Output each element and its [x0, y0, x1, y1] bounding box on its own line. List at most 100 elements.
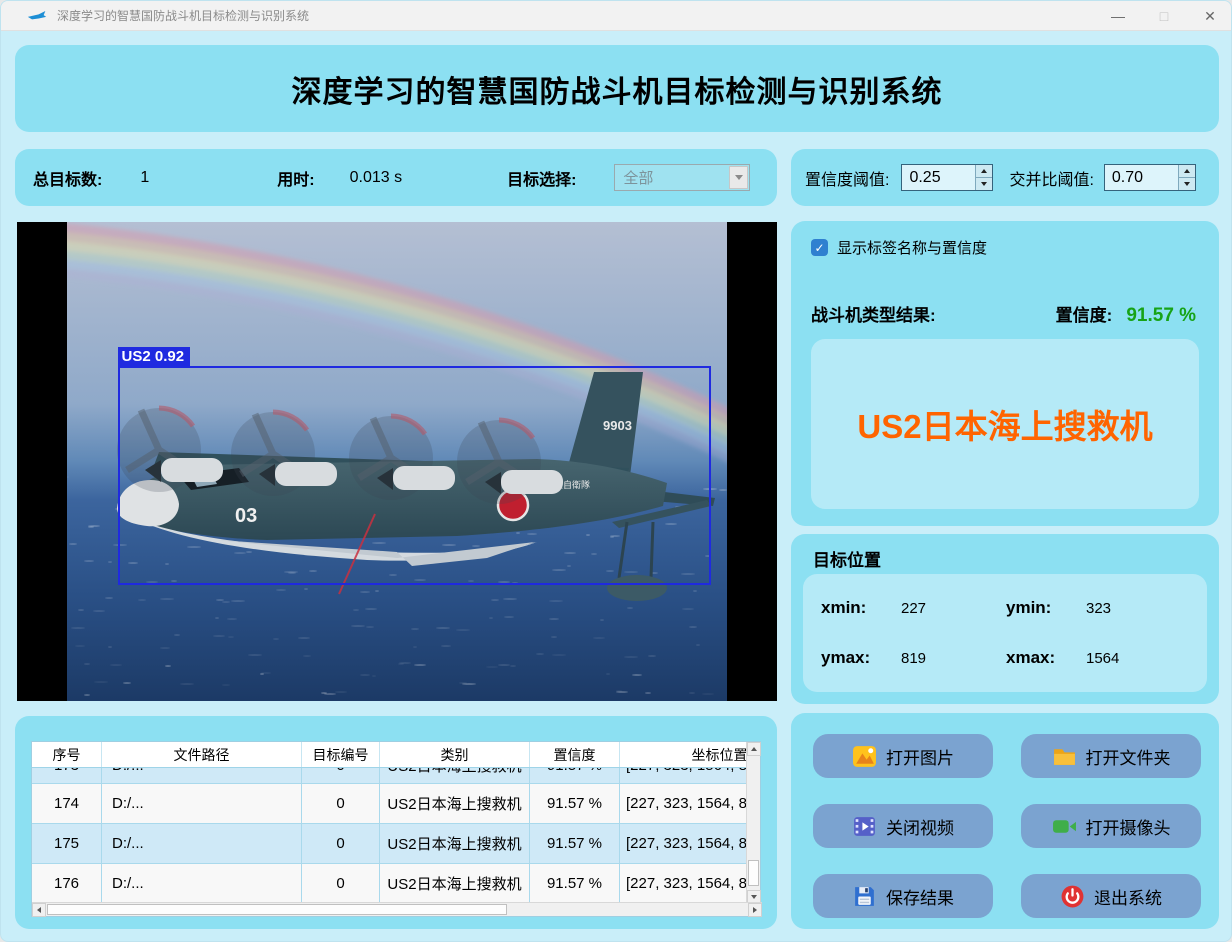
- cell-index: 174: [32, 784, 102, 824]
- cell-confidence: 91.57 %: [530, 784, 620, 824]
- cell-path: D:/...: [102, 784, 302, 824]
- time-label: 用时:: [277, 166, 314, 190]
- result-box: US2日本海上搜救机: [811, 339, 1199, 509]
- spin-down-button[interactable]: [976, 177, 992, 190]
- arrow-down-icon: [981, 182, 987, 186]
- cell-coords: [227, 323, 1564, 8: [620, 784, 747, 824]
- cell-target-id: 0: [302, 864, 380, 904]
- horizontal-scrollbar[interactable]: [32, 902, 762, 916]
- spin-down-button[interactable]: [1179, 177, 1195, 190]
- target-select-combobox[interactable]: 全部: [614, 164, 750, 191]
- arrow-left-icon: [37, 907, 41, 913]
- col-header[interactable]: 坐标位置: [620, 742, 747, 767]
- conf-threshold-value: 0.25: [909, 169, 940, 187]
- maximize-button[interactable]: □: [1141, 1, 1187, 31]
- total-targets-value: 1: [140, 169, 149, 187]
- save-icon: [852, 884, 877, 909]
- xmax-value: 1564: [1086, 650, 1191, 667]
- image-icon: [852, 744, 877, 769]
- show-labels-label: 显示标签名称与置信度: [837, 237, 987, 258]
- open-folder-button[interactable]: 打开文件夹: [1021, 734, 1201, 778]
- scroll-up-button[interactable]: [747, 742, 761, 756]
- confidence-label: 置信度:: [1056, 301, 1113, 326]
- target-select-value: 全部: [623, 167, 653, 188]
- col-header[interactable]: 文件路径: [102, 742, 302, 767]
- detection-bounding-box: US2 0.92: [118, 366, 711, 585]
- table-header-row: 序号 文件路径 目标编号 类别 置信度 坐标位置: [32, 742, 747, 768]
- iou-threshold-label: 交并比阈值:: [1009, 166, 1093, 190]
- result-text: US2日本海上搜救机: [857, 400, 1152, 448]
- target-position-panel: 目标位置 xmin: 227 ymin: 323 ymax: 819 xmax:…: [791, 534, 1219, 704]
- col-header[interactable]: 序号: [32, 742, 102, 767]
- cell-index: 176: [32, 864, 102, 904]
- power-icon: [1060, 884, 1085, 909]
- cell-index: 175: [32, 824, 102, 864]
- cell-path: D:/...: [102, 824, 302, 864]
- exit-system-button[interactable]: 退出系统: [1021, 874, 1201, 918]
- cell-confidence: 91.57 %: [530, 768, 620, 784]
- button-label: 退出系统: [1094, 884, 1162, 909]
- cell-confidence: 91.57 %: [530, 864, 620, 904]
- table-row[interactable]: 175 D:/... 0 US2日本海上搜救机 91.57 % [227, 32…: [32, 824, 747, 864]
- scroll-right-button[interactable]: [748, 903, 762, 917]
- table-row[interactable]: 176 D:/... 0 US2日本海上搜救机 91.57 % [227, 32…: [32, 864, 747, 904]
- ymax-label: ymax:: [821, 648, 877, 668]
- cell-path: D:/...: [102, 768, 302, 784]
- button-label: 打开图片: [886, 744, 954, 769]
- xmax-label: xmax:: [1006, 648, 1062, 668]
- cell-class: US2日本海上搜救机: [380, 768, 530, 784]
- conf-threshold-label: 置信度阈值:: [805, 166, 889, 190]
- scroll-left-button[interactable]: [32, 903, 46, 917]
- show-labels-row[interactable]: ✓ 显示标签名称与置信度: [811, 237, 987, 258]
- banner: 深度学习的智慧国防战斗机目标检测与识别系统: [15, 45, 1219, 132]
- button-label: 关闭视频: [886, 814, 954, 839]
- arrow-up-icon: [981, 169, 987, 173]
- show-labels-checkbox[interactable]: ✓: [811, 239, 828, 256]
- ymin-label: ymin:: [1006, 598, 1062, 618]
- position-title: 目标位置: [813, 546, 881, 571]
- target-select-label: 目标选择:: [507, 166, 576, 190]
- table-row[interactable]: 174 D:/... 0 US2日本海上搜救机 91.57 % [227, 32…: [32, 784, 747, 824]
- detection-image-view: 9903 03 海上自衛隊: [17, 222, 777, 701]
- cell-coords: [227, 323, 1564, 8: [620, 864, 747, 904]
- arrow-down-icon: [751, 895, 757, 899]
- arrow-down-icon: [1184, 182, 1190, 186]
- titlebar: 深度学习的智慧国防战斗机目标检测与识别系统 — □ ✕: [1, 1, 1232, 31]
- cell-confidence: 91.57 %: [530, 824, 620, 864]
- iou-threshold-spinbox[interactable]: 0.70: [1104, 164, 1196, 191]
- col-header[interactable]: 目标编号: [302, 742, 380, 767]
- cell-coords: [227, 323, 1564, 8: [620, 768, 747, 784]
- table-row[interactable]: 173 D:/... 0 US2日本海上搜救机 91.57 % [227, 32…: [32, 768, 747, 784]
- vertical-scrollbar[interactable]: [746, 742, 760, 904]
- col-header[interactable]: 类别: [380, 742, 530, 767]
- button-label: 打开文件夹: [1086, 744, 1171, 769]
- detection-label: US2 0.92: [118, 347, 191, 368]
- spin-up-button[interactable]: [976, 165, 992, 177]
- actions-panel: 打开图片 打开文件夹 关闭视频 打开摄像头: [791, 713, 1219, 929]
- stats-panel: 总目标数: 1 用时: 0.013 s 目标选择: 全部: [15, 149, 777, 206]
- confidence-value: 91.57 %: [1126, 305, 1196, 327]
- cell-class: US2日本海上搜救机: [380, 784, 530, 824]
- minimize-button[interactable]: —: [1095, 1, 1141, 31]
- cell-coords: [227, 323, 1564, 8: [620, 824, 747, 864]
- ymax-value: 819: [901, 650, 1006, 667]
- open-camera-button[interactable]: 打开摄像头: [1021, 804, 1201, 848]
- conf-threshold-spinbox[interactable]: 0.25: [901, 164, 993, 191]
- vertical-scroll-thumb[interactable]: [748, 860, 759, 886]
- fighter-type-label: 战斗机类型结果:: [811, 301, 936, 326]
- app-window: 深度学习的智慧国防战斗机目标检测与识别系统 — □ ✕ 深度学习的智慧国防战斗机…: [0, 0, 1232, 942]
- spin-up-button[interactable]: [1179, 165, 1195, 177]
- save-results-button[interactable]: 保存结果: [813, 874, 993, 918]
- cell-target-id: 0: [302, 824, 380, 864]
- col-header[interactable]: 置信度: [530, 742, 620, 767]
- close-button[interactable]: ✕: [1187, 1, 1232, 31]
- results-table-panel: 序号 文件路径 目标编号 类别 置信度 坐标位置 173 D:/... 0 US…: [15, 716, 777, 929]
- close-video-button[interactable]: 关闭视频: [813, 804, 993, 848]
- open-image-button[interactable]: 打开图片: [813, 734, 993, 778]
- button-label: 打开摄像头: [1086, 814, 1171, 839]
- result-panel: ✓ 显示标签名称与置信度 战斗机类型结果: 置信度: 91.57 % US2日本…: [791, 221, 1219, 526]
- results-table: 序号 文件路径 目标编号 类别 置信度 坐标位置 173 D:/... 0 US…: [31, 741, 761, 917]
- combo-dropdown-button[interactable]: [729, 166, 748, 189]
- horizontal-scroll-thumb[interactable]: [47, 904, 507, 915]
- xmin-label: xmin:: [821, 598, 877, 618]
